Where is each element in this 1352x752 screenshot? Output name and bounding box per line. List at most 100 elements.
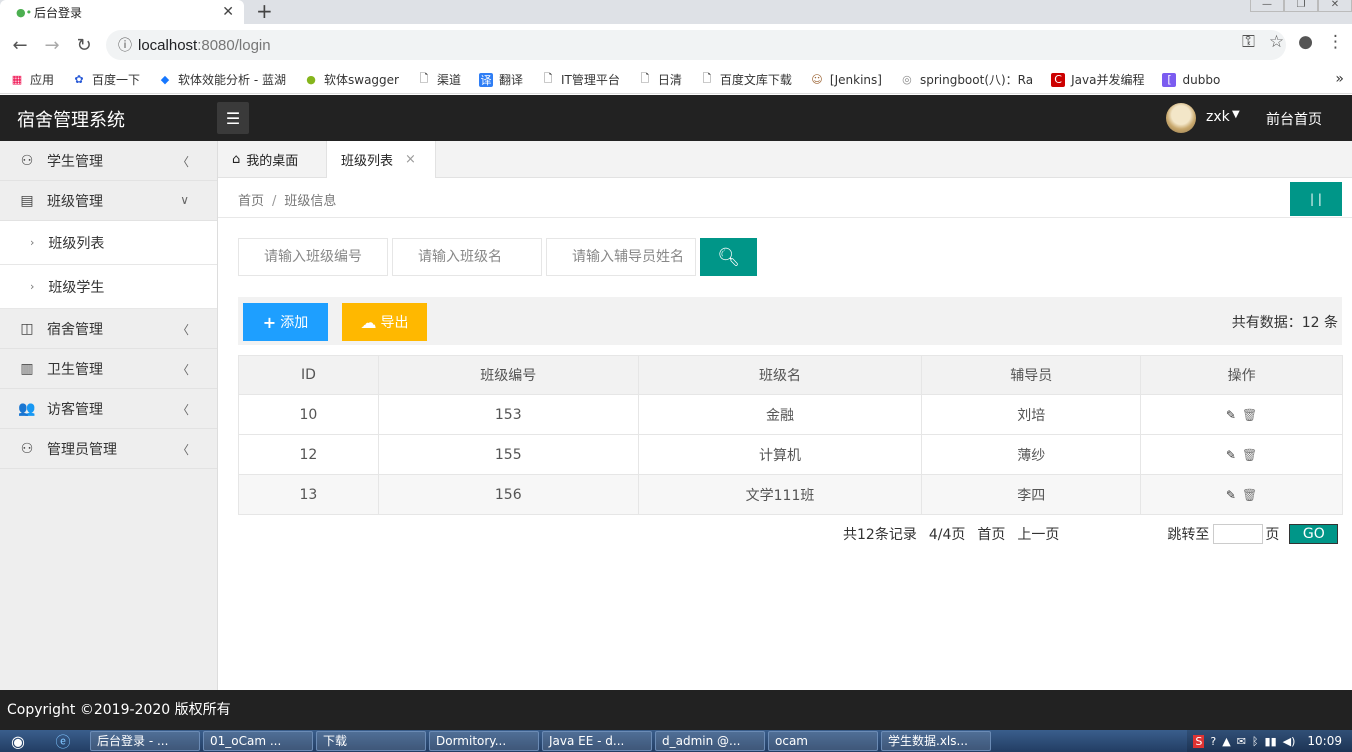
sidebar-item-students[interactable]: ⚇ 学生管理 〈 xyxy=(0,141,217,181)
minimize-icon[interactable]: — xyxy=(1250,0,1284,12)
back-icon[interactable]: ← xyxy=(4,35,36,56)
taskbar-item[interactable]: 下载 xyxy=(316,731,426,751)
cell-class-name: 金融 xyxy=(637,394,923,435)
trash-icon[interactable]: 🗑︎ xyxy=(1242,448,1257,462)
close-icon[interactable]: × xyxy=(405,152,416,167)
sidebar-subitem-class-list[interactable]: › 班级列表 xyxy=(0,221,217,265)
class-number-input[interactable] xyxy=(238,238,388,276)
volume-icon[interactable]: ◀) xyxy=(1283,735,1296,748)
url-text: localhost:8080/login xyxy=(138,37,271,54)
browser-tab-title: 后台登录 xyxy=(34,5,83,20)
taskbar-item[interactable]: Dormitory... xyxy=(429,731,539,751)
caret-down-icon[interactable]: ▼ xyxy=(1232,109,1240,120)
bookmark-item[interactable]: ✿ 百度一下 xyxy=(72,71,140,88)
info-icon[interactable]: ⓘ xyxy=(118,35,138,55)
start-button[interactable]: ◉ xyxy=(0,730,36,752)
edit-icon[interactable]: ✎ xyxy=(1226,408,1236,422)
refresh-button[interactable]: | | xyxy=(1290,182,1342,216)
bookmark-item[interactable]: [dubbo xyxy=(1162,72,1221,87)
close-window-icon[interactable]: ✕ xyxy=(1318,0,1352,12)
bookmark-label: IT管理平台 xyxy=(561,73,620,87)
taskbar-item[interactable]: ocam xyxy=(768,731,878,751)
menu-toggle-icon[interactable]: ☰ xyxy=(217,102,249,134)
sidebar-item-classes[interactable]: ▤ 班级管理 ∨ xyxy=(0,181,217,221)
wechat-icon[interactable]: ✉ xyxy=(1237,735,1246,748)
go-button[interactable]: GO xyxy=(1289,524,1339,544)
bluetooth-icon[interactable]: ᛒ xyxy=(1252,735,1259,748)
sidebar-item-visitors[interactable]: 👥 访客管理 〈 xyxy=(0,389,217,429)
edit-icon[interactable]: ✎ xyxy=(1226,448,1236,462)
cell-class-number: 155 xyxy=(377,434,639,475)
avatar[interactable] xyxy=(1166,103,1196,133)
sidebar-item-label: 学生管理 xyxy=(47,153,103,170)
bookmark-item[interactable]: ◎ springboot(八)：Ra xyxy=(900,71,1033,88)
taskbar-item[interactable]: Java EE - d... xyxy=(542,731,652,751)
key-icon[interactable]: ⚿ xyxy=(1242,32,1255,52)
sidebar-item-hygiene[interactable]: ▥ 卫生管理 〈 xyxy=(0,349,217,389)
new-tab-button[interactable]: + xyxy=(256,0,273,24)
bookmark-item[interactable]: C Java并发编程 xyxy=(1051,71,1144,88)
bookmark-item[interactable]: 🗋 百度文库下载 xyxy=(700,71,791,88)
taskbar-item[interactable]: 后台登录 - ... xyxy=(90,731,200,751)
jump-page-input[interactable] xyxy=(1213,524,1264,544)
class-name-input[interactable] xyxy=(392,238,542,276)
export-button[interactable]: ☁ 导出 xyxy=(342,303,427,341)
help-icon[interactable]: ? xyxy=(1210,735,1216,748)
bookmark-item[interactable]: 译翻译 xyxy=(479,71,523,88)
browser-tab[interactable]: ●• 后台登录 ✕ xyxy=(0,0,244,24)
taskbar-item[interactable]: 01_oCam ... xyxy=(203,731,313,751)
front-home-link[interactable]: 前台首页 xyxy=(1266,109,1322,129)
bookmark-item[interactable]: 🗋 渠道 xyxy=(417,71,461,88)
cell-class-name: 计算机 xyxy=(637,434,923,475)
search-button[interactable]: 🔍︎ xyxy=(700,238,757,276)
account-icon[interactable]: ● xyxy=(1298,32,1313,52)
menu-dots-icon[interactable]: ⋮ xyxy=(1327,32,1344,52)
page-icon: 🗋 xyxy=(702,72,712,85)
counselor-input[interactable] xyxy=(546,238,696,276)
breadcrumb: 首页 / 班级信息 xyxy=(238,190,336,209)
maximize-icon[interactable]: ❐ xyxy=(1284,0,1318,12)
bookmark-item[interactable]: ☺ [Jenkins] xyxy=(810,73,882,87)
bookmark-label: Java并发编程 xyxy=(1071,73,1145,87)
close-tab-icon[interactable]: ✕ xyxy=(222,4,234,20)
translate-icon: 译 xyxy=(479,72,493,87)
page-icon: 🗋 xyxy=(543,72,553,85)
sidebar-subitem-class-students[interactable]: › 班级学生 xyxy=(0,265,217,309)
sidebar-item-admins[interactable]: ⚇ 管理员管理 〈 xyxy=(0,429,217,469)
user-name[interactable]: zxk xyxy=(1206,109,1230,125)
taskbar-item[interactable]: d_admin @... xyxy=(655,731,765,751)
bookmark-item[interactable]: ● 软体swagger xyxy=(304,71,399,88)
first-page-link[interactable]: 首页 xyxy=(977,524,1005,544)
tab-label: 班级列表 xyxy=(341,154,394,169)
ie-icon[interactable]: ⓔ xyxy=(36,731,90,752)
tray-up-icon[interactable]: ▲ xyxy=(1222,735,1230,748)
ime-icon[interactable]: S xyxy=(1193,734,1205,748)
bookmark-apps[interactable]: ▦ 应用 xyxy=(10,71,54,88)
swagger-icon: ● xyxy=(306,73,316,86)
breadcrumb-home[interactable]: 首页 xyxy=(238,194,264,209)
sidebar-item-dorms[interactable]: ◫ 宿舍管理 〈 xyxy=(0,309,217,349)
browser-toolbar: ← → ↻ ⓘ localhost:8080/login ⚿ ☆ ● ⋮ xyxy=(0,24,1352,66)
chevron-right-icon: › xyxy=(30,236,35,249)
tab-desktop[interactable]: ⌂ 我的桌面 xyxy=(232,141,298,178)
bookmark-item[interactable]: ◆ 软体效能分析 - 蓝湖 xyxy=(158,71,286,88)
address-bar[interactable]: ⓘ localhost:8080/login xyxy=(106,30,1286,60)
bookmark-item[interactable]: 🗋 IT管理平台 xyxy=(541,71,620,88)
group-icon: 👥 xyxy=(18,400,36,417)
bookmark-label: dubbo xyxy=(1182,72,1221,87)
tab-label: 我的桌面 xyxy=(246,154,299,169)
edit-icon[interactable]: ✎ xyxy=(1226,488,1236,502)
prev-page-link[interactable]: 上一页 xyxy=(1017,524,1059,544)
network-icon[interactable]: ▮▮ xyxy=(1265,735,1277,748)
forward-icon[interactable]: → xyxy=(36,35,68,56)
bookmark-item[interactable]: 🗋 日清 xyxy=(638,71,681,88)
trash-icon[interactable]: 🗑︎ xyxy=(1242,488,1257,502)
taskbar-item[interactable]: 学生数据.xls... xyxy=(881,731,991,751)
trash-icon[interactable]: 🗑︎ xyxy=(1242,408,1257,422)
reload-icon[interactable]: ↻ xyxy=(68,35,100,56)
more-bookmarks-icon[interactable]: » xyxy=(1335,71,1344,87)
add-button[interactable]: + 添加 xyxy=(243,303,328,341)
tab-class-list[interactable]: 班级列表 × xyxy=(326,141,436,178)
cell-counselor: 李四 xyxy=(921,474,1142,515)
star-icon[interactable]: ☆ xyxy=(1269,32,1284,52)
